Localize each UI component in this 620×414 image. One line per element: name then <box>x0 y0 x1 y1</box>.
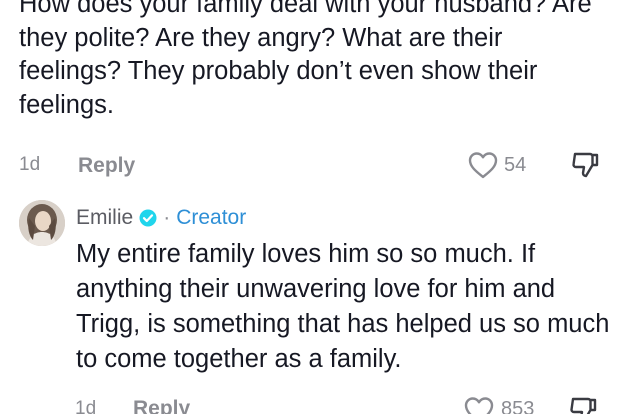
comments-screen: How does your family deal with your husb… <box>0 0 620 414</box>
comment-timestamp: 1d <box>75 398 97 414</box>
like-count: 853 <box>501 398 535 414</box>
reply-button[interactable]: Reply <box>133 397 190 414</box>
reply-comment-text: My entire family loves him so so much. I… <box>76 240 610 373</box>
creator-label: Creator <box>176 206 247 229</box>
avatar-image <box>19 200 65 246</box>
heart-outline-icon[interactable] <box>468 151 498 179</box>
like-count: 54 <box>504 154 527 176</box>
thumbs-down-icon[interactable] <box>568 395 598 414</box>
thumbs-down-icon[interactable] <box>570 150 600 180</box>
username-link[interactable]: Emilie <box>76 206 133 230</box>
separator-dot: · <box>163 206 171 229</box>
parent-comment-actions: 1d Reply 54 <box>0 150 620 182</box>
reply-header: Emilie · Creator <box>76 204 246 232</box>
parent-comment-text: How does your family deal with your husb… <box>19 0 592 119</box>
comment-timestamp: 1d <box>19 154 41 175</box>
heart-outline-icon[interactable] <box>464 396 494 414</box>
verified-badge-icon <box>139 209 157 227</box>
reply-button[interactable]: Reply <box>78 154 135 178</box>
reply-comment-actions: 1d Reply 853 <box>0 394 620 414</box>
avatar[interactable] <box>19 200 65 246</box>
